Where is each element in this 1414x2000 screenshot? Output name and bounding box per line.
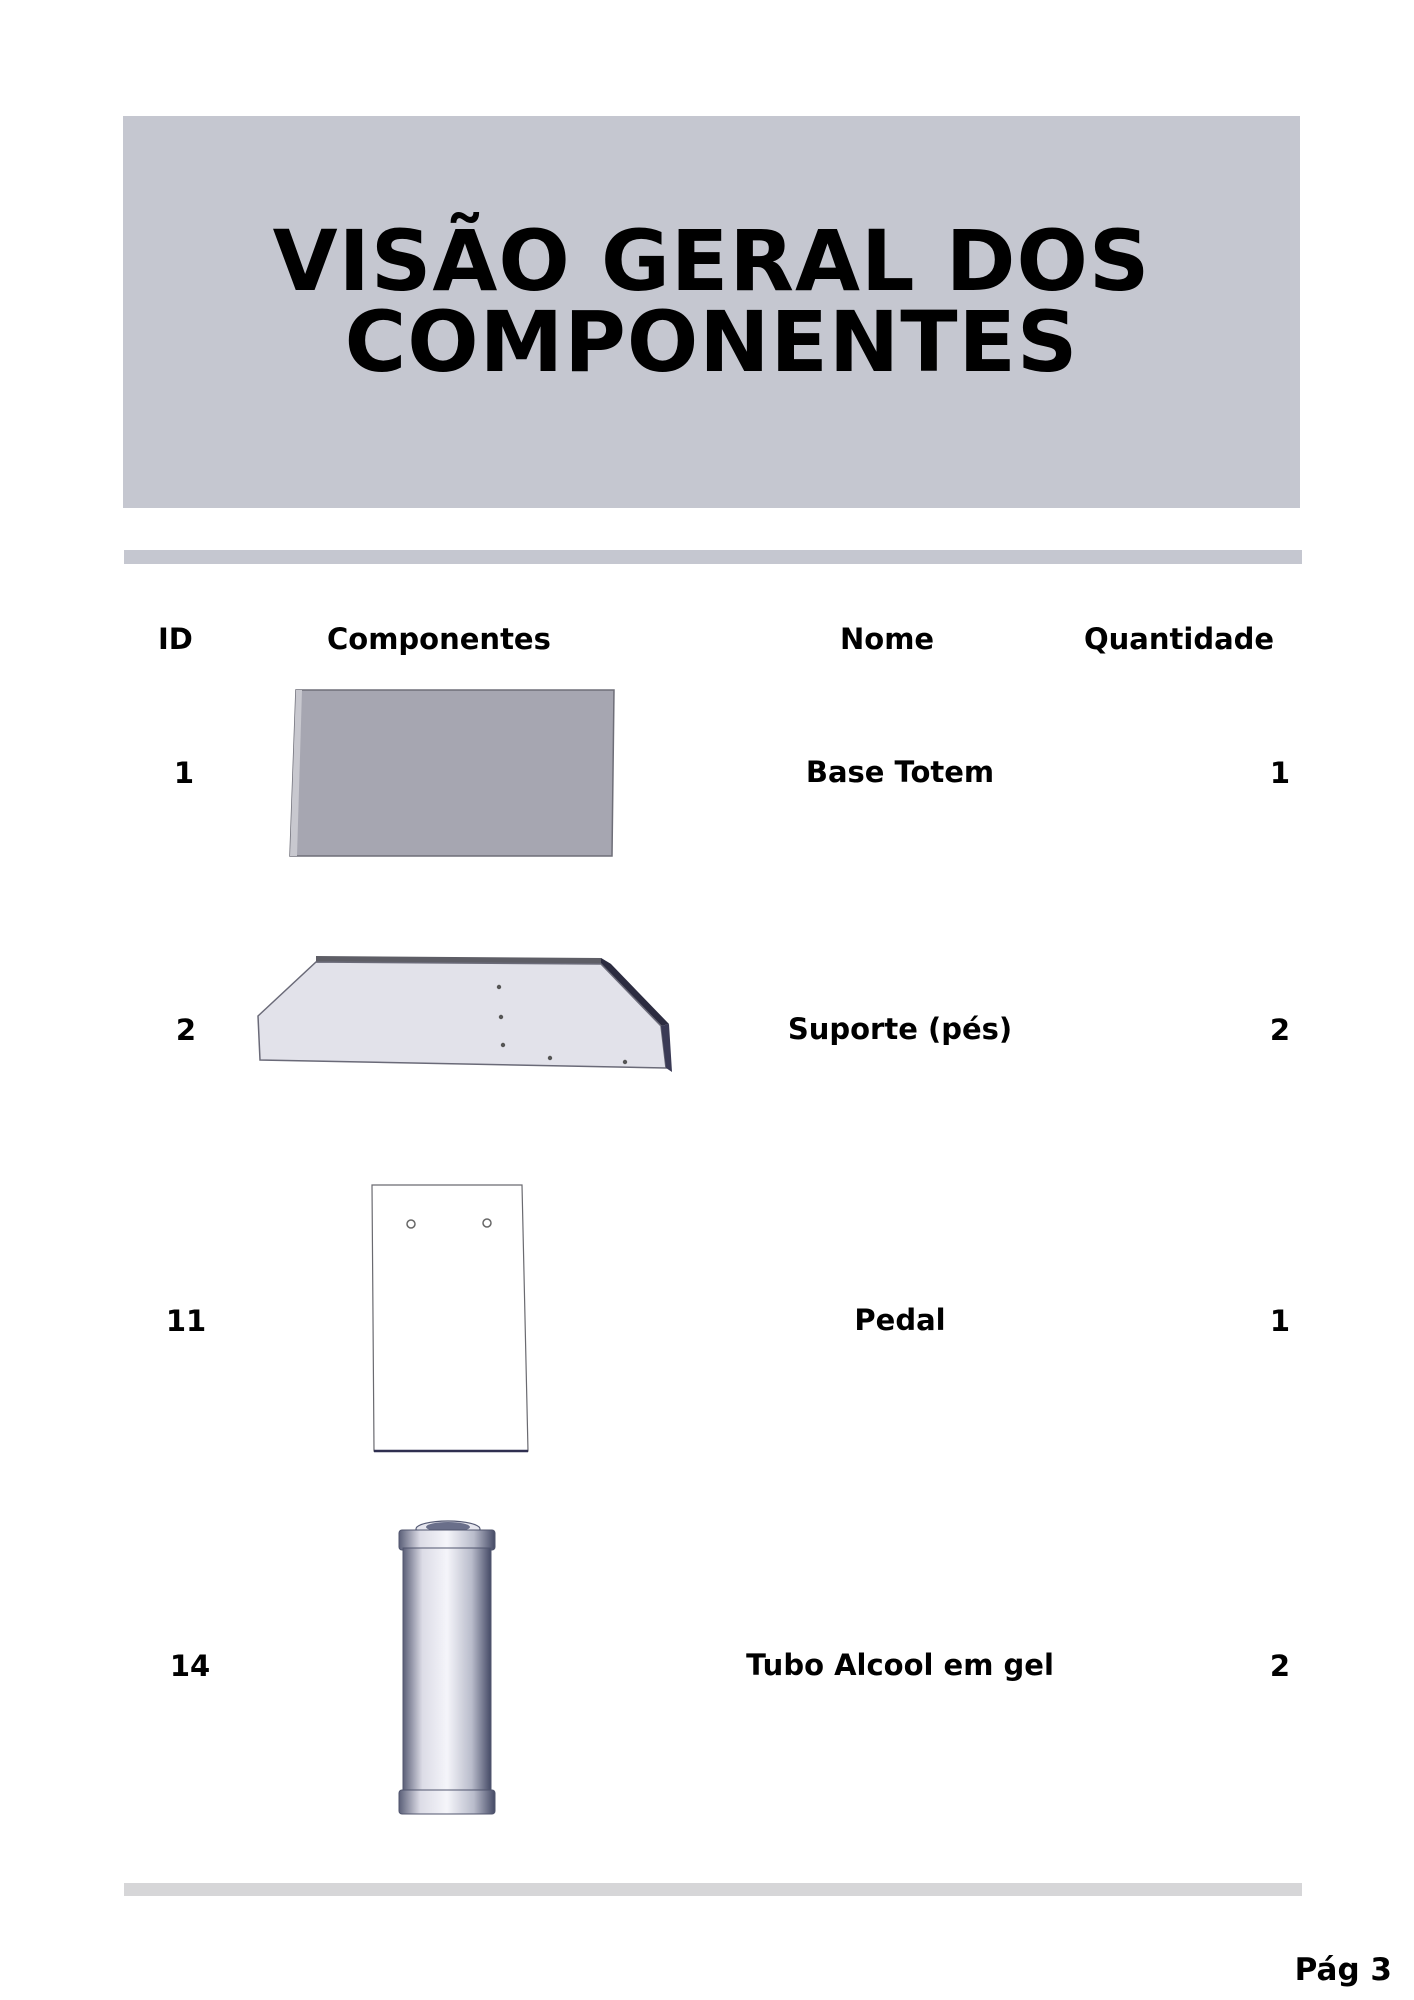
- row-1-name: Base Totem: [805, 755, 995, 789]
- page-number: Pág 3: [1294, 1952, 1392, 1988]
- column-header-id: ID: [158, 622, 193, 656]
- support-feet-bracket-icon: [257, 956, 672, 1072]
- bottom-divider: [124, 1883, 1302, 1896]
- page-title-line-2: COMPONENTES: [344, 293, 1079, 391]
- column-header-componentes: Componentes: [327, 622, 551, 656]
- row-3-quantity: 1: [1269, 1304, 1291, 1338]
- column-header-quantidade: Quantidade: [1084, 622, 1275, 656]
- column-header-nome: Nome: [840, 622, 935, 656]
- row-2-quantity: 2: [1269, 1013, 1291, 1047]
- row-4-id: 14: [169, 1649, 211, 1683]
- row-1-id: 1: [173, 756, 195, 790]
- row-2-id: 2: [175, 1013, 197, 1047]
- base-totem-panel-icon: [289, 689, 615, 857]
- top-divider: [124, 550, 1302, 564]
- gel-tube-cylinder-icon: [398, 1520, 496, 1815]
- row-2-name: Suporte (pés): [787, 1012, 1013, 1046]
- pedal-plate-icon: [371, 1184, 529, 1453]
- row-1-quantity: 1: [1269, 756, 1291, 790]
- row-3-id: 11: [165, 1304, 207, 1338]
- title-banner: VISÃO GERAL DOS COMPONENTES: [123, 116, 1300, 508]
- row-4-name: Tubo Alcool em gel: [746, 1648, 1054, 1682]
- row-3-name: Pedal: [854, 1303, 946, 1337]
- row-4-quantity: 2: [1269, 1649, 1291, 1683]
